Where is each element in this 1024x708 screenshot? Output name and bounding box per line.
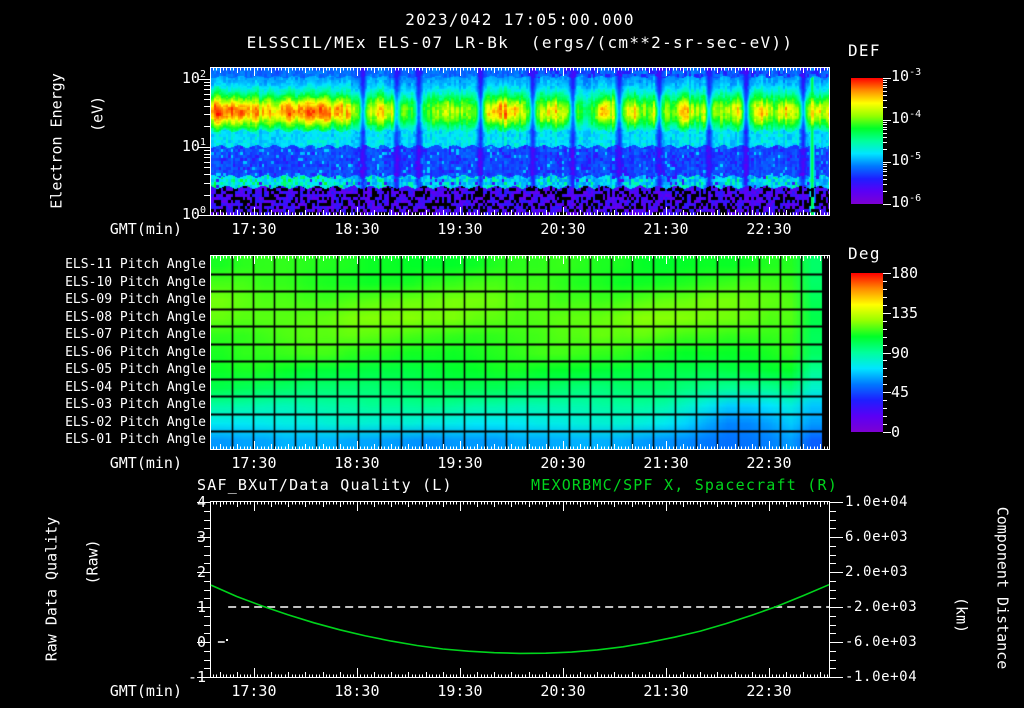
x-tick-label: 17:30 [231, 454, 277, 472]
quality-tick-label: 3 [196, 528, 206, 546]
pitch-row-label: ELS-10 Pitch Angle [65, 274, 206, 290]
x-tick-label: 19:30 [437, 682, 483, 700]
distance-tick-label: -6.0e+03 [845, 634, 918, 650]
page-title: 2023/042 17:05:00.000 [405, 10, 635, 29]
plot-screen: 2023/042 17:05:00.000 ELSSCIL/MEx ELS-07… [0, 0, 1024, 708]
deg-colorbar-tick-label: 0 [891, 423, 901, 441]
x-tick-label: 18:30 [334, 682, 380, 700]
def-colorbar-tick-label: 10-4 [891, 109, 922, 127]
pitch-row-label: ELS-09 Pitch Angle [65, 292, 206, 308]
pitch-row-label: ELS-04 Pitch Angle [65, 379, 206, 395]
x-tick-label: 19:30 [437, 454, 483, 472]
x-tick-label: 20:30 [540, 682, 586, 700]
deg-colorbar-tick-label: 45 [891, 383, 910, 402]
x-tick-label: 18:30 [334, 220, 380, 238]
x-tick-label: 20:30 [540, 220, 586, 238]
x-tick-label: 21:30 [643, 454, 689, 472]
pitch-row-label: ELS-02 Pitch Angle [65, 414, 206, 430]
x-tick-label: 22:30 [746, 682, 792, 700]
def-colorbar-title: DEF [848, 41, 881, 60]
quality-tick-label: 2 [196, 563, 206, 581]
energy-tick-label: 102 [181, 68, 206, 87]
label-layer: 2023/042 17:05:00.000 ELSSCIL/MEx ELS-07… [0, 0, 1024, 708]
x-tick-label: 22:30 [746, 454, 792, 472]
quality-tick-label: 1 [196, 598, 206, 616]
def-colorbar-tick-label: 10-5 [891, 151, 922, 169]
x-tick-label: 17:30 [231, 220, 277, 238]
quality-tick-label: -1 [187, 668, 206, 686]
pitch-row-label: ELS-08 Pitch Angle [65, 309, 206, 325]
distance-tick-label: -2.0e+03 [845, 599, 918, 615]
x-tick-label: 20:30 [540, 454, 586, 472]
bottom-left-series-title: SAF_BXuT/Data Quality (L) [197, 476, 453, 494]
quality-tick-label: 0 [196, 633, 206, 651]
def-colorbar-tick-label: 10-6 [891, 193, 922, 211]
x-tick-label: 17:30 [231, 682, 277, 700]
x-tick-label: 18:30 [334, 454, 380, 472]
distance-tick-label: 6.0e+03 [845, 529, 909, 545]
pitch-row-label: ELS-11 Pitch Angle [65, 257, 206, 272]
bottom-right-series-title: MEXORBMC/SPF X, Spacecraft (R) [531, 476, 838, 494]
energy-tick-label: 100 [181, 205, 206, 223]
pitch-row-label: ELS-01 Pitch Angle [65, 432, 206, 448]
quality-tick-label: 4 [196, 493, 206, 511]
x-tick-label: 21:30 [643, 682, 689, 700]
deg-colorbar-tick-label: 90 [891, 343, 910, 362]
gmt-axis-label: GMT(min) [109, 220, 182, 238]
pitch-row-label: ELS-07 Pitch Angle [65, 327, 206, 343]
pitch-row-label: ELS-03 Pitch Angle [65, 397, 206, 413]
pitch-row-label: ELS-05 Pitch Angle [65, 362, 206, 378]
deg-colorbar-tick-label: 135 [891, 303, 919, 322]
distance-tick-label: 1.0e+04 [845, 494, 909, 510]
deg-colorbar-tick-label: 180 [891, 264, 919, 282]
page-subtitle: ELSSCIL/MEx ELS-07 LR-Bk (ergs/(cm**2-sr… [246, 33, 794, 52]
x-tick-label: 21:30 [643, 220, 689, 238]
gmt-axis-label: GMT(min) [109, 454, 182, 472]
def-colorbar-tick-label: 10-3 [891, 67, 922, 85]
distance-tick-label: -1.0e+04 [845, 669, 918, 685]
pitch-row-label: ELS-06 Pitch Angle [65, 344, 206, 360]
x-tick-label: 19:30 [437, 220, 483, 238]
distance-tick-label: 2.0e+03 [845, 564, 909, 580]
deg-colorbar-title: Deg [848, 244, 881, 263]
energy-tick-label: 101 [181, 136, 206, 155]
x-tick-label: 22:30 [746, 220, 792, 238]
